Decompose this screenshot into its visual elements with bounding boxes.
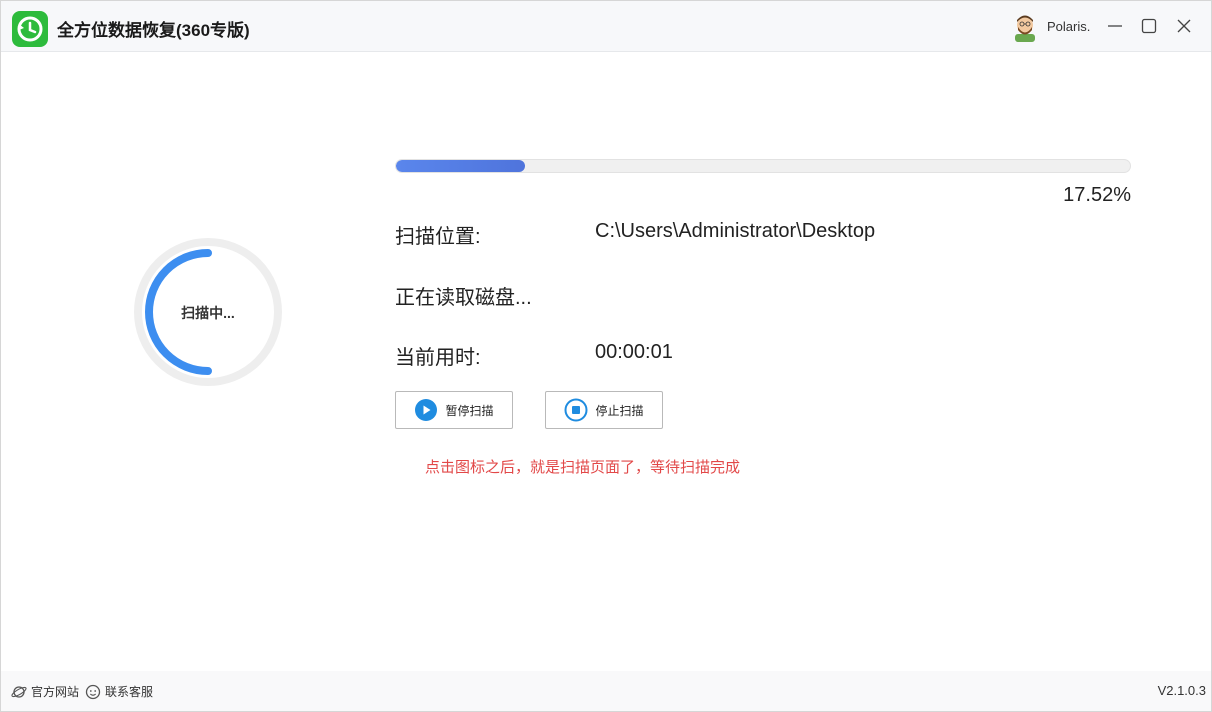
stop-icon bbox=[564, 398, 588, 422]
user-avatar-icon[interactable] bbox=[1011, 12, 1039, 42]
play-icon bbox=[414, 398, 438, 422]
reading-disk-status: 正在读取磁盘... bbox=[395, 287, 532, 309]
headset-icon bbox=[85, 684, 101, 700]
close-icon[interactable] bbox=[1173, 15, 1195, 37]
scan-progress-bar bbox=[395, 159, 1131, 173]
scan-location-value: C:\Users\Administrator\Desktop bbox=[595, 220, 876, 242]
stop-scan-label: 停止扫描 bbox=[595, 403, 644, 418]
pause-scan-button[interactable]: 暂停扫描 bbox=[395, 391, 513, 429]
elapsed-time-label: 当前用时: bbox=[395, 347, 481, 369]
elapsed-time-value: 00:00:01 bbox=[595, 341, 673, 363]
app-title: 全方位数据恢复(360专版) bbox=[57, 21, 250, 40]
scan-progress-percent: 17.52% bbox=[1063, 184, 1131, 206]
minimize-icon[interactable] bbox=[1104, 15, 1126, 37]
pause-scan-label: 暂停扫描 bbox=[445, 403, 494, 418]
customer-service-link[interactable]: 联系客服 bbox=[85, 683, 153, 700]
planet-icon bbox=[11, 684, 27, 700]
hint-text: 点击图标之后，就是扫描页面了，等待扫描完成 bbox=[425, 459, 741, 476]
maximize-icon[interactable] bbox=[1138, 15, 1160, 37]
official-website-label: 官方网站 bbox=[31, 685, 80, 699]
footer: 官方网站 联系客服 V2.1.0.3 bbox=[1, 671, 1211, 711]
scan-progress-fill bbox=[396, 160, 525, 172]
version-label: V2.1.0.3 bbox=[1157, 683, 1206, 698]
scan-status-label: 扫描中... bbox=[181, 305, 235, 321]
stop-scan-button[interactable]: 停止扫描 bbox=[545, 391, 663, 429]
customer-service-label: 联系客服 bbox=[105, 685, 154, 699]
official-website-link[interactable]: 官方网站 bbox=[11, 683, 79, 700]
user-name[interactable]: Polaris. bbox=[1047, 19, 1090, 34]
app-window: 全方位数据恢复(360专版) Polaris. 扫描中... 17.52% 扫描… bbox=[0, 0, 1212, 712]
title-bar: 全方位数据恢复(360专版) Polaris. bbox=[1, 1, 1211, 52]
scan-location-label: 扫描位置: bbox=[395, 226, 481, 248]
app-logo-icon bbox=[12, 11, 48, 47]
